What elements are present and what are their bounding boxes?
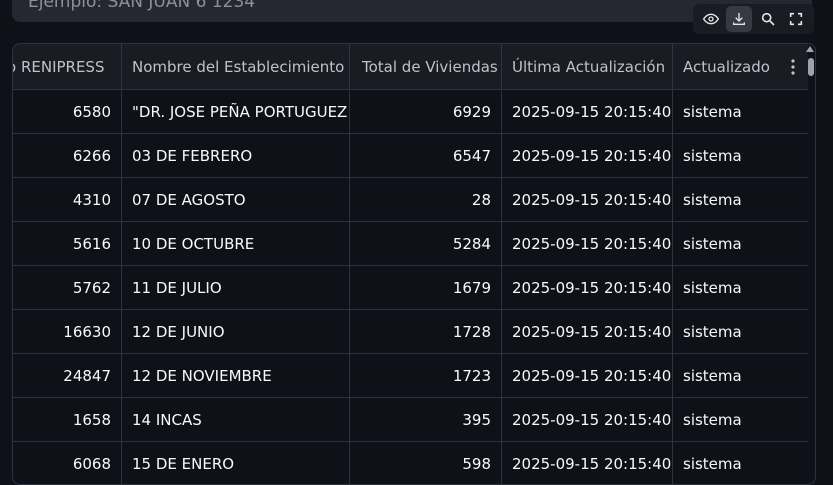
column-header-label: Total de Viviendas [362,57,498,76]
search-placeholder: Ejemplo: SAN JUAN 6 1234 [28,0,256,12]
nombre-cell[interactable]: 07 DE AGOSTO [122,178,350,221]
table-row[interactable]: 4310 07 DE AGOSTO 28 2025-09-15 20:15:40 sis… [13,178,808,222]
renipress-cell[interactable]: 4310 [13,178,122,221]
ultima-actualizacion-cell[interactable]: 2025-09-15 20:15:40 [502,442,673,484]
renipress-cell[interactable]: 1658 [13,398,122,441]
table-row[interactable]: 5616 10 DE OCTUBRE 5284 2025-09-15 20:15:40… [13,222,808,266]
nombre-cell[interactable]: 15 DE ENERO [122,442,350,484]
actualizado-por-cell[interactable]: sistema [673,398,808,441]
table-row[interactable]: 1658 14 INCAS 395 2025-09-15 20:15:40 sistem… [13,398,808,442]
actualizado-por-cell[interactable]: sistema [673,354,808,397]
ultima-actualizacion-cell[interactable]: 2025-09-15 20:15:40 [502,222,673,265]
vertical-scrollbar[interactable] [806,44,815,484]
table-header: o RENIPRESS Nombre del Establecimiento T… [13,44,808,90]
total-viviendas-cell[interactable]: 5284 [350,222,502,265]
table-row[interactable]: 16630 12 DE JUNIO 1728 2025-09-15 20:15:40 s… [13,310,808,354]
nombre-cell[interactable]: "DR. JOSE PEÑA PORTUGUEZ [122,90,350,133]
ultima-actualizacion-cell[interactable]: 2025-09-15 20:15:40 [502,398,673,441]
renipress-cell[interactable]: 5762 [13,266,122,309]
column-header-actualizado[interactable]: Actualizado [673,44,808,89]
actualizado-por-cell[interactable]: sistema [673,178,808,221]
renipress-cell[interactable]: 16630 [13,310,122,353]
table-row[interactable]: 24847 12 DE NOVIEMBRE 1723 2025-09-15 20:15… [13,354,808,398]
column-header-renipress[interactable]: o RENIPRESS [13,44,122,89]
fullscreen-icon [789,12,803,26]
table-toolbar [693,4,814,34]
nombre-cell[interactable]: 03 DE FEBRERO [122,134,350,177]
scroll-up-arrow-icon[interactable] [806,46,814,52]
renipress-cell[interactable]: 24847 [13,354,122,397]
search-icon [761,12,775,26]
actualizado-por-cell[interactable]: sistema [673,134,808,177]
ultima-actualizacion-cell[interactable]: 2025-09-15 20:15:40 [502,134,673,177]
total-viviendas-cell[interactable]: 1723 [350,354,502,397]
total-viviendas-cell[interactable]: 1728 [350,310,502,353]
renipress-cell[interactable]: 6266 [13,134,122,177]
fullscreen-button[interactable] [783,6,809,32]
ultima-actualizacion-cell[interactable]: 2025-09-15 20:15:40 [502,178,673,221]
search-input[interactable]: Ejemplo: SAN JUAN 6 1234 [12,0,812,22]
column-header-label: Última Actualización [512,57,666,76]
nombre-cell[interactable]: 14 INCAS [122,398,350,441]
column-menu-icon[interactable] [786,57,800,77]
nombre-cell[interactable]: 11 DE JULIO [122,266,350,309]
nombre-cell[interactable]: 10 DE OCTUBRE [122,222,350,265]
renipress-cell[interactable]: 6068 [13,442,122,484]
total-viviendas-cell[interactable]: 598 [350,442,502,484]
table-row[interactable]: 6266 03 DE FEBRERO 6547 2025-09-15 20:15:40… [13,134,808,178]
column-header-total[interactable]: Total de Viviendas [350,44,502,89]
download-icon [733,13,746,25]
actualizado-por-cell[interactable]: sistema [673,90,808,133]
ultima-actualizacion-cell[interactable]: 2025-09-15 20:15:40 [502,266,673,309]
table-row[interactable]: 6580 "DR. JOSE PEÑA PORTUGUEZ 6929 2025-09-… [13,90,808,134]
ultima-actualizacion-cell[interactable]: 2025-09-15 20:15:40 [502,354,673,397]
show-columns-button[interactable] [698,6,724,32]
actualizado-por-cell[interactable]: sistema [673,266,808,309]
total-viviendas-cell[interactable]: 395 [350,398,502,441]
column-header-nombre[interactable]: Nombre del Establecimiento [122,44,350,89]
actualizado-por-cell[interactable]: sistema [673,442,808,484]
renipress-cell[interactable]: 5616 [13,222,122,265]
column-header-label: o RENIPRESS [13,57,105,76]
data-table[interactable]: o RENIPRESS Nombre del Establecimiento T… [12,43,816,485]
actualizado-por-cell[interactable]: sistema [673,222,808,265]
total-viviendas-cell[interactable]: 6929 [350,90,502,133]
total-viviendas-cell[interactable]: 6547 [350,134,502,177]
total-viviendas-cell[interactable]: 28 [350,178,502,221]
scroll-thumb[interactable] [808,58,814,76]
renipress-cell[interactable]: 6580 [13,90,122,133]
ultima-actualizacion-cell[interactable]: 2025-09-15 20:15:40 [502,310,673,353]
column-header-label: Actualizado [683,57,780,76]
nombre-cell[interactable]: 12 DE NOVIEMBRE [122,354,350,397]
nombre-cell[interactable]: 12 DE JUNIO [122,310,350,353]
column-header-label: Nombre del Establecimiento [132,57,345,76]
table-row[interactable]: 6068 15 DE ENERO 598 2025-09-15 20:15:40 sis… [13,442,808,484]
ultima-actualizacion-cell[interactable]: 2025-09-15 20:15:40 [502,90,673,133]
eye-icon [703,13,720,25]
total-viviendas-cell[interactable]: 1679 [350,266,502,309]
column-header-ultima[interactable]: Última Actualización [502,44,673,89]
table-body: 6580 "DR. JOSE PEÑA PORTUGUEZ 6929 2025-09-… [13,90,808,484]
download-button[interactable] [726,6,753,32]
table-row[interactable]: 5762 11 DE JULIO 1679 2025-09-15 20:15:40 si… [13,266,808,310]
actualizado-por-cell[interactable]: sistema [673,310,808,353]
search-button[interactable] [755,6,781,32]
